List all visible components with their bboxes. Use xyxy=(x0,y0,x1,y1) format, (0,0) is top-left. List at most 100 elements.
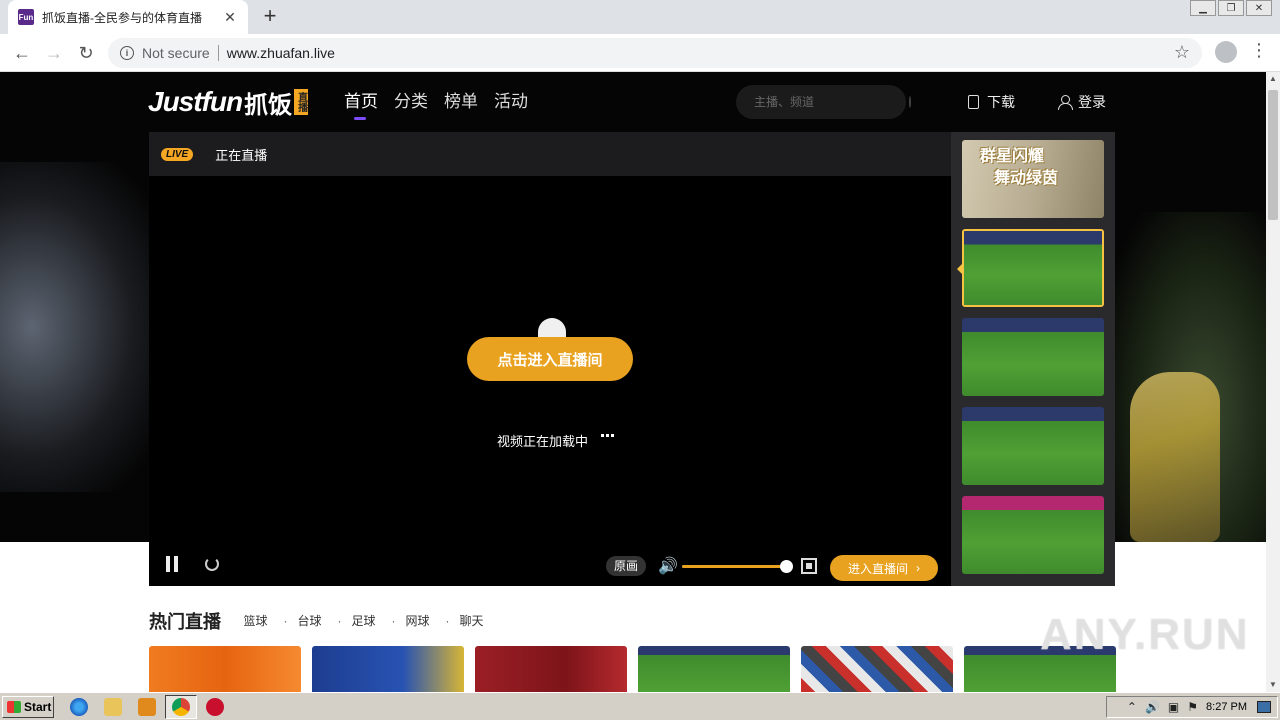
omnibox-divider xyxy=(217,45,219,61)
category-billiards[interactable]: 台球 xyxy=(283,612,321,629)
thumbnail-ad-image: 群星闪耀 舞动绿茵 xyxy=(962,140,1104,218)
thumbnail-ad-text: 群星闪耀 舞动绿茵 xyxy=(980,146,1058,190)
back-arrow-icon[interactable]: ← xyxy=(10,41,34,65)
refresh-icon[interactable] xyxy=(205,557,219,571)
info-icon[interactable]: i xyxy=(120,46,134,60)
windows-logo-icon xyxy=(7,701,21,713)
tray-volume-icon[interactable]: 🔊 xyxy=(1145,700,1160,714)
enter-room-small-label: 进入直播间 xyxy=(847,561,908,576)
video-player[interactable]: LIVE 正在直播 点击进入直播间 视频正在加载中 原画 🔊 进入直播间 › xyxy=(149,132,951,586)
ad-line-2: 舞动绿茵 xyxy=(994,170,1059,187)
enter-room-button[interactable]: 点击进入直播间 xyxy=(467,337,633,381)
minimize-button[interactable]: ▁ xyxy=(1190,0,1216,16)
football-pitch-image xyxy=(962,407,1104,485)
restore-button[interactable]: ❐ xyxy=(1218,0,1244,16)
nav-events[interactable]: 活动 xyxy=(494,72,528,132)
loading-text: 视频正在加载中 xyxy=(497,434,589,449)
live-card[interactable] xyxy=(149,646,301,692)
site-favicon-icon: Fun xyxy=(18,9,34,25)
pause-icon[interactable] xyxy=(165,556,179,572)
download-label: 下载 xyxy=(987,94,1015,110)
volume-slider[interactable] xyxy=(682,565,786,568)
fullscreen-icon[interactable] xyxy=(801,558,817,574)
thumbnail-ad[interactable]: 群星闪耀 舞动绿茵 xyxy=(962,140,1104,218)
opera-icon[interactable] xyxy=(206,698,224,716)
url-text[interactable]: www.zhuafan.live xyxy=(227,45,335,61)
page-scrollbar[interactable]: ▲ ▼ xyxy=(1266,72,1280,692)
thumbnail-match-2[interactable] xyxy=(962,318,1104,396)
browser-tabbar: Fun 抓饭直播-全民参与的体育直播 ✕ + ▁ ❐ ✕ xyxy=(0,0,1280,34)
hot-live-title: 热门直播 xyxy=(149,612,221,632)
hot-live-section: 热门直播 篮球 台球 足球 网球 聊天 xyxy=(149,608,1119,634)
category-tennis[interactable]: 网球 xyxy=(392,612,430,629)
internet-explorer-icon[interactable] xyxy=(70,698,88,716)
search-input[interactable] xyxy=(754,95,909,109)
download-link[interactable]: 下载 xyxy=(968,92,1015,112)
football-pitch-image xyxy=(962,496,1104,574)
badminton-player-image xyxy=(1130,372,1220,542)
volume-knob[interactable] xyxy=(780,560,793,573)
scroll-up-icon[interactable]: ▲ xyxy=(1266,72,1280,86)
enter-room-small-button[interactable]: 进入直播间 › xyxy=(830,555,938,581)
media-player-icon[interactable] xyxy=(138,698,156,716)
search-icon[interactable] xyxy=(909,96,911,108)
windows-taskbar: Start ⌃ 🔊 ▣ ⚑ 8:27 PM xyxy=(0,692,1280,720)
browser-toolbar: ← → ↻ i Not secure www.zhuafan.live ☆ xyxy=(0,34,1280,72)
address-bar[interactable]: i Not secure www.zhuafan.live ☆ xyxy=(108,38,1202,68)
tab-close-icon[interactable]: ✕ xyxy=(222,9,238,26)
anyrun-watermark: ANY.RUN xyxy=(1040,610,1250,659)
tray-network-icon[interactable]: ▣ xyxy=(1168,700,1179,714)
forward-arrow-icon[interactable]: → xyxy=(42,41,66,65)
category-chat[interactable]: 聊天 xyxy=(446,612,484,629)
start-button[interactable]: Start xyxy=(2,696,54,718)
system-tray: ⌃ 🔊 ▣ ⚑ 8:27 PM xyxy=(1106,696,1278,718)
loading-dots-icon xyxy=(601,434,616,437)
tray-flag-icon[interactable]: ⚑ xyxy=(1187,700,1198,714)
bookmark-star-icon[interactable]: ☆ xyxy=(1174,42,1190,63)
new-tab-button[interactable]: + xyxy=(258,4,282,28)
volume-fill xyxy=(682,565,786,568)
quality-button[interactable]: 原画 xyxy=(606,556,647,576)
browser-tab[interactable]: Fun 抓饭直播-全民参与的体育直播 ✕ xyxy=(8,0,248,34)
category-basketball[interactable]: 篮球 xyxy=(243,612,267,629)
nav-rankings[interactable]: 榜单 xyxy=(444,72,478,132)
nav-categories[interactable]: 分类 xyxy=(394,72,428,132)
chevron-right-icon: › xyxy=(916,561,920,575)
player-topbar: LIVE 正在直播 xyxy=(149,132,951,176)
site-logo[interactable]: Justfun 抓饭 直播 xyxy=(148,86,309,119)
folder-icon[interactable] xyxy=(104,698,122,716)
hot-category-tabs: 篮球 台球 足球 网球 聊天 xyxy=(243,612,499,629)
security-label: Not secure xyxy=(142,45,210,61)
hero-background-left xyxy=(0,162,160,492)
tray-expand-icon[interactable]: ⌃ xyxy=(1127,700,1137,714)
login-link[interactable]: 登录 xyxy=(1058,92,1106,112)
close-window-button[interactable]: ✕ xyxy=(1246,0,1272,16)
profile-avatar-icon[interactable] xyxy=(1215,41,1237,63)
thumbnail-match-1[interactable] xyxy=(962,229,1104,307)
hot-live-cards xyxy=(149,646,1127,692)
login-label: 登录 xyxy=(1078,94,1106,110)
chrome-icon[interactable] xyxy=(172,698,190,716)
show-desktop-icon[interactable] xyxy=(1257,701,1271,713)
reload-icon[interactable]: ↻ xyxy=(74,41,98,65)
thumbnail-match-4[interactable] xyxy=(962,496,1104,574)
live-card[interactable] xyxy=(638,646,790,692)
volume-icon[interactable]: 🔊 xyxy=(658,556,678,576)
football-pitch-image xyxy=(964,231,1102,305)
nav-home[interactable]: 首页 xyxy=(344,72,378,132)
channel-thumbnail-strip: 群星闪耀 舞动绿茵 xyxy=(951,132,1115,586)
live-card[interactable] xyxy=(475,646,627,692)
logo-badge: 直播 xyxy=(294,89,309,115)
live-card[interactable] xyxy=(312,646,464,692)
live-card[interactable] xyxy=(801,646,953,692)
category-football[interactable]: 足球 xyxy=(337,612,375,629)
thumbnail-match-3[interactable] xyxy=(962,407,1104,485)
scroll-thumb[interactable] xyxy=(1268,90,1278,220)
clock[interactable]: 8:27 PM xyxy=(1206,701,1247,713)
logo-text-cn: 抓饭 xyxy=(244,91,293,119)
search-box xyxy=(736,85,911,119)
user-icon xyxy=(1058,95,1073,110)
active-thumbnail-pointer-icon xyxy=(957,263,963,275)
browser-menu-icon[interactable]: ⋮ xyxy=(1250,40,1268,61)
scroll-down-icon[interactable]: ▼ xyxy=(1266,678,1280,692)
